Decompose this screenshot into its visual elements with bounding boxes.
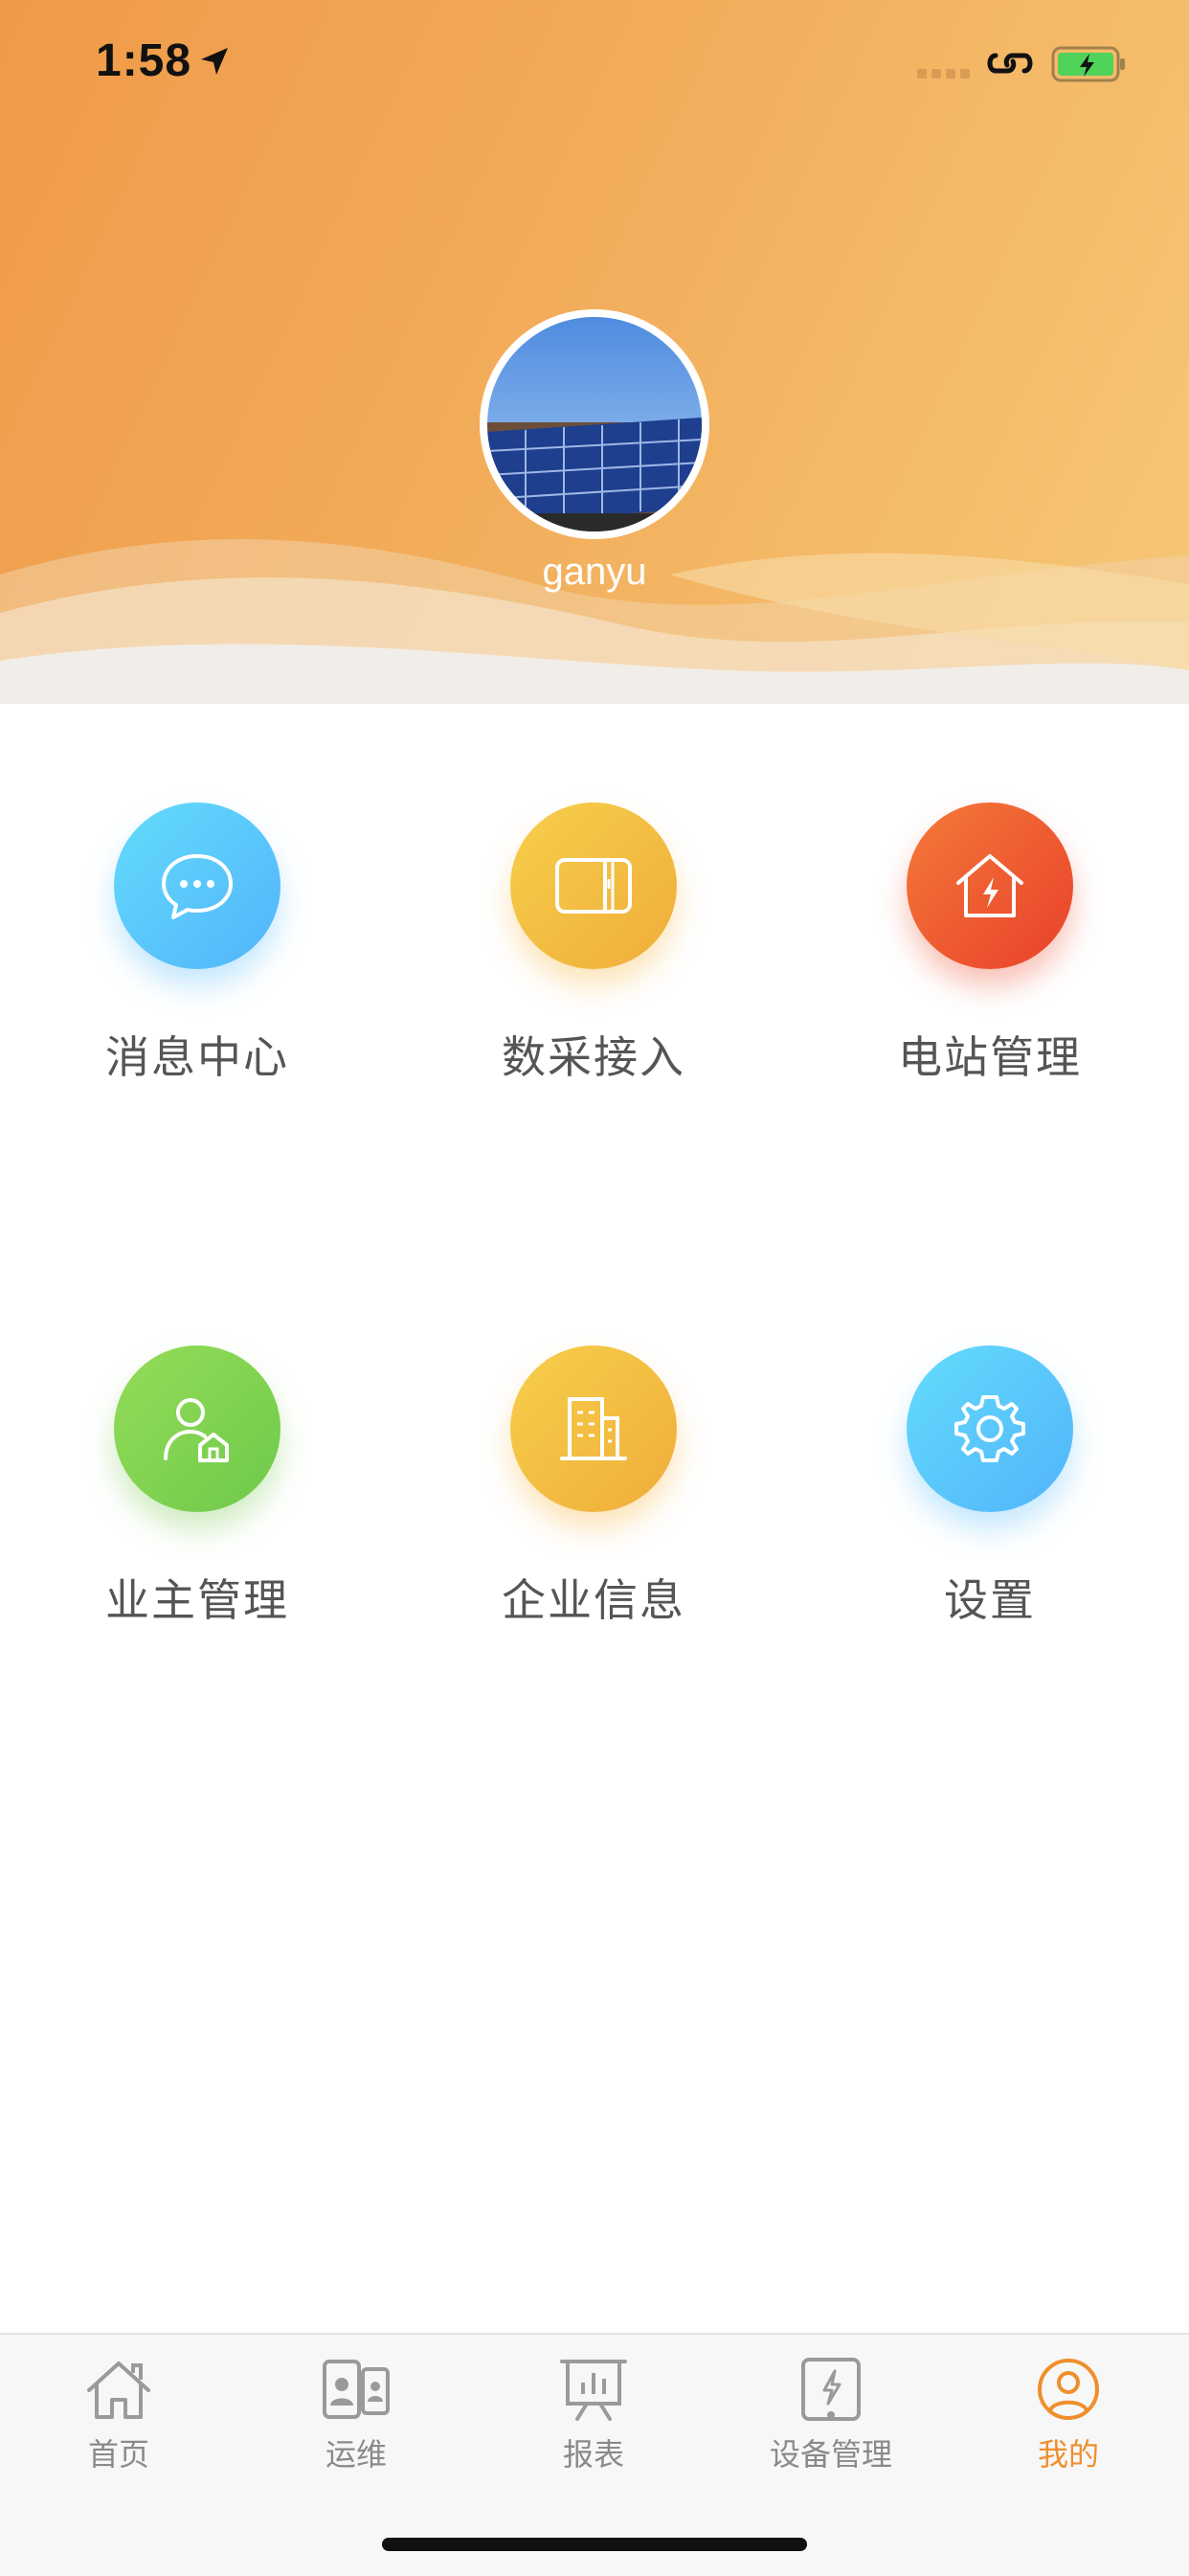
location-arrow-icon xyxy=(201,48,228,75)
menu-station-management[interactable]: 电站管理 xyxy=(846,802,1133,1109)
device-icon xyxy=(555,858,632,914)
menu-label: 企业信息 xyxy=(502,1574,685,1626)
username: ganyu xyxy=(542,551,647,593)
status-bar: 1:58 xyxy=(0,0,1189,124)
menu-label: 电站管理 xyxy=(898,1031,1082,1083)
chat-bubble-icon xyxy=(162,854,233,919)
device-lightning-icon xyxy=(801,2358,861,2421)
tab-label: 首页 xyxy=(87,2436,149,2473)
profile-header: 1:58 ganyu xyxy=(0,0,1189,704)
avatar[interactable] xyxy=(480,309,709,539)
contacts-icon xyxy=(323,2360,390,2419)
signal-dots-icon xyxy=(917,69,970,79)
menu-label: 设置 xyxy=(944,1574,1036,1626)
menu-label: 数采接入 xyxy=(502,1031,685,1083)
house-lightning-icon xyxy=(956,854,1023,917)
report-board-icon xyxy=(560,2360,627,2421)
menu-data-collection[interactable]: 数采接入 xyxy=(450,802,737,1109)
home-icon xyxy=(87,2361,150,2419)
menu-label: 业主管理 xyxy=(105,1574,289,1626)
tab-operations[interactable]: 运维 xyxy=(237,2335,475,2497)
tab-reports[interactable]: 报表 xyxy=(475,2335,712,2497)
user-home-icon xyxy=(164,1398,229,1462)
menu-label: 消息中心 xyxy=(105,1031,289,1083)
battery-charging-icon xyxy=(1051,46,1125,82)
tab-label: 报表 xyxy=(562,2436,624,2473)
menu-settings[interactable]: 设置 xyxy=(846,1345,1133,1652)
tab-mine[interactable]: 我的 xyxy=(950,2335,1187,2497)
home-indicator[interactable] xyxy=(382,2538,807,2551)
menu-company-info[interactable]: 企业信息 xyxy=(450,1345,737,1652)
tab-label: 设备管理 xyxy=(769,2436,892,2473)
user-circle-icon xyxy=(1038,2359,1099,2420)
status-time: 1:58 xyxy=(96,35,192,86)
tab-device-management[interactable]: 设备管理 xyxy=(712,2335,950,2497)
tab-label: 我的 xyxy=(1037,2436,1099,2473)
menu-message-center[interactable]: 消息中心 xyxy=(54,802,341,1109)
gear-icon xyxy=(954,1395,1025,1462)
tab-home[interactable]: 首页 xyxy=(0,2335,237,2497)
tab-label: 运维 xyxy=(325,2436,387,2473)
building-icon xyxy=(560,1397,627,1460)
hotspot-link-icon xyxy=(987,53,1033,74)
avatar-solar-panel-image xyxy=(487,317,702,531)
menu-owner-management[interactable]: 业主管理 xyxy=(54,1345,341,1652)
